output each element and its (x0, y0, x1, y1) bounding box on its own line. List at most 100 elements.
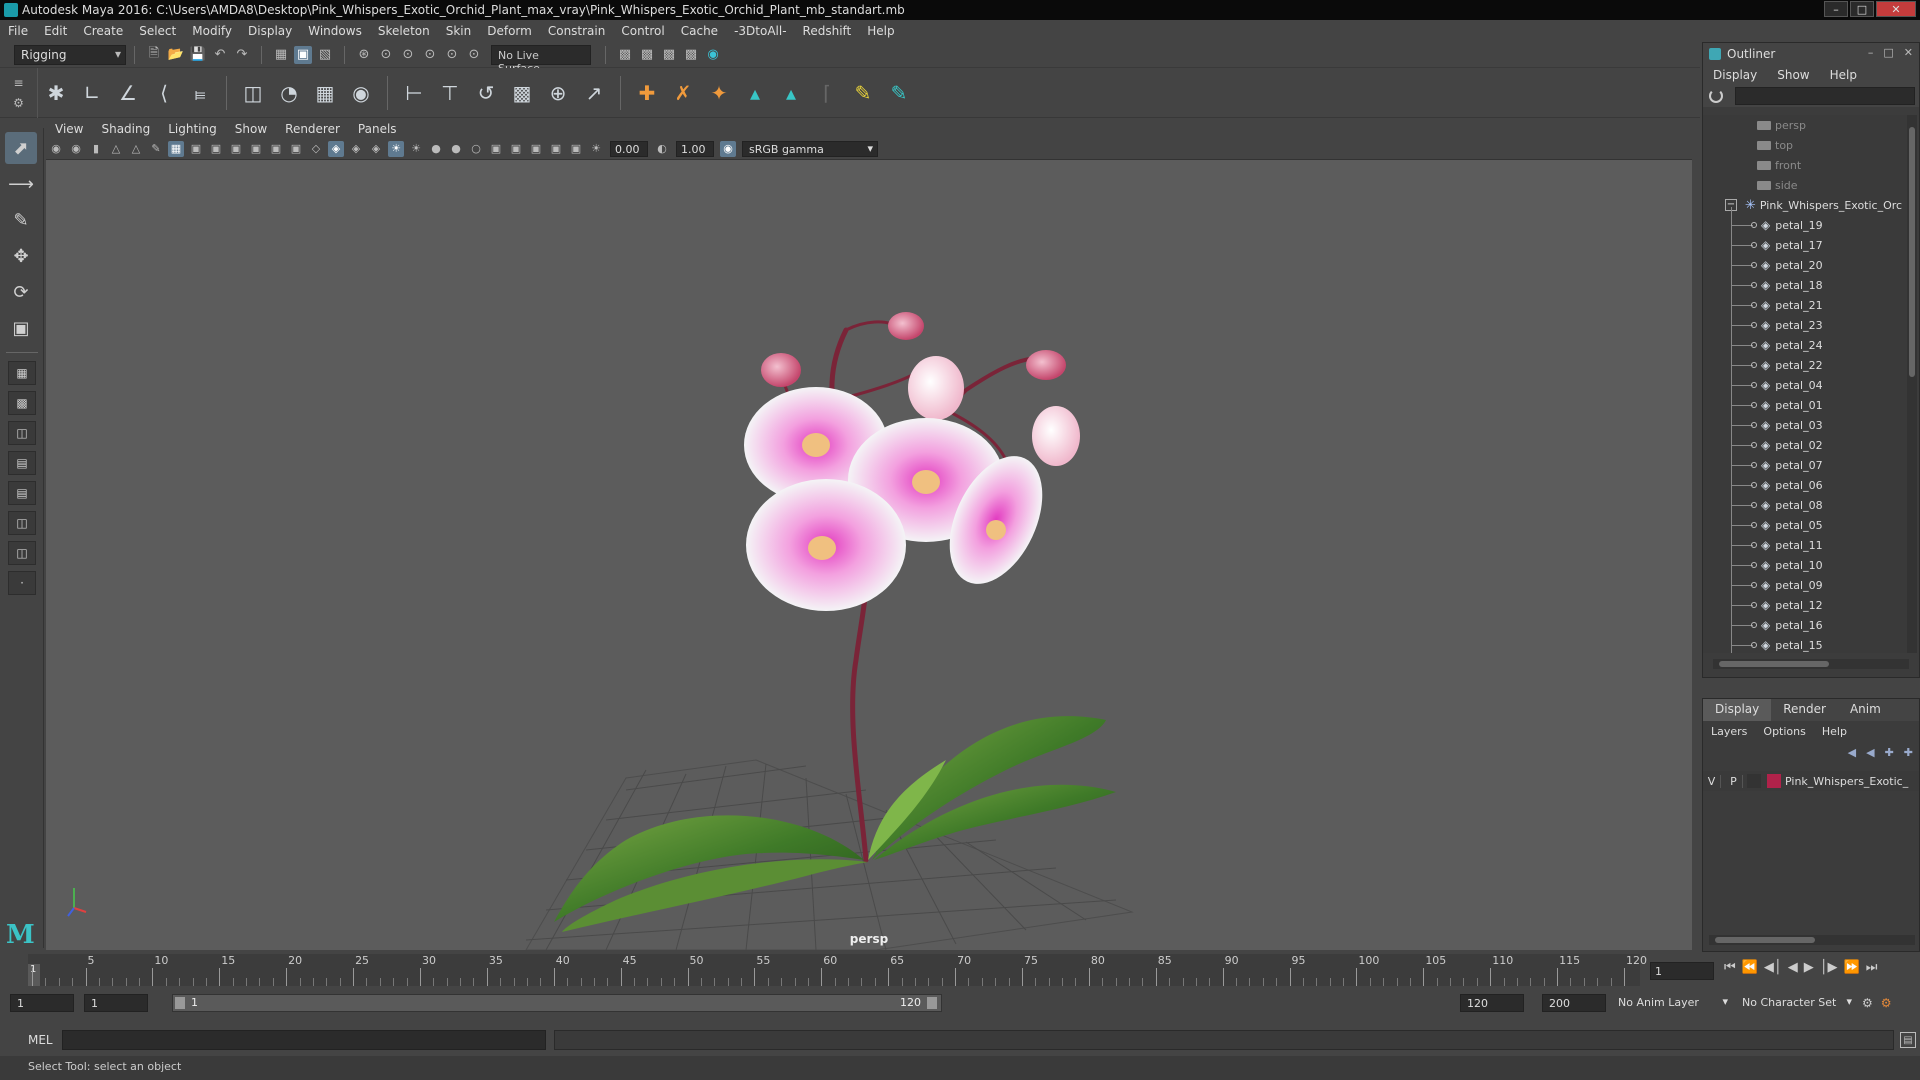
shape-editor-icon[interactable]: ✎ (884, 78, 914, 108)
lattice-icon[interactable]: ▦ (310, 78, 340, 108)
scrollbar-thumb[interactable] (1715, 937, 1815, 943)
orient-constraint-icon[interactable]: ↺ (471, 78, 501, 108)
point-constraint-icon[interactable]: ⊤ (435, 78, 465, 108)
outliner-item-mesh[interactable]: ◈ petal_22 (1703, 355, 1907, 375)
film-gate-icon[interactable]: ▣ (188, 141, 204, 157)
safe-action-icon[interactable]: ▣ (268, 141, 284, 157)
panel-menu-lighting[interactable]: Lighting (159, 122, 226, 136)
outliner-item-mesh[interactable]: ◈ petal_21 (1703, 295, 1907, 315)
outliner-menu-display[interactable]: Display (1703, 68, 1767, 82)
layer-color-swatch[interactable] (1767, 774, 1781, 788)
move-tool-icon[interactable]: ✥ (5, 240, 37, 272)
outliner-vertical-scrollbar[interactable] (1907, 115, 1917, 653)
hik-skeleton-icon[interactable]: ✗ (668, 78, 698, 108)
parent-constraint-icon[interactable]: ⊢ (399, 78, 429, 108)
insert-joint-icon[interactable]: ∟ (77, 78, 107, 108)
cluster-icon[interactable]: ◉ (346, 78, 376, 108)
mirror-joint-icon[interactable]: ∠ (113, 78, 143, 108)
save-scene-icon[interactable]: 💾 (189, 46, 207, 64)
menu-skin[interactable]: Skin (438, 24, 480, 38)
step-back-frame-icon[interactable]: ◀│ (1764, 960, 1782, 975)
panel-menu-view[interactable]: View (46, 122, 92, 136)
display-layer-row[interactable]: V P Pink_Whispers_Exotic_ (1703, 771, 1919, 791)
panel-menu-panels[interactable]: Panels (349, 122, 406, 136)
four-pane-layout-icon[interactable]: ▩ (8, 391, 36, 415)
range-start-handle[interactable] (175, 997, 185, 1009)
command-input[interactable] (62, 1030, 546, 1050)
bind-skin-icon[interactable]: ◫ (238, 78, 268, 108)
outliner-item-mesh[interactable]: ◈ petal_04 (1703, 375, 1907, 395)
tab-display[interactable]: Display (1703, 699, 1772, 721)
image-plane-icon[interactable]: △ (108, 141, 124, 157)
outliner-item-mesh[interactable]: ◈ petal_24 (1703, 335, 1907, 355)
menu-deform[interactable]: Deform (479, 24, 540, 38)
command-language-label[interactable]: MEL (0, 1033, 56, 1047)
panel-menu-shading[interactable]: Shading (92, 122, 159, 136)
xray-active-icon[interactable]: ▣ (568, 141, 584, 157)
outliner-maximize-button[interactable]: □ (1883, 46, 1893, 59)
paint-weights-icon[interactable]: ◔ (274, 78, 304, 108)
camera-select-icon[interactable]: ◉ (48, 141, 64, 157)
snap-surface-icon[interactable]: ⊙ (443, 46, 461, 64)
xray-joints-icon[interactable]: ▣ (548, 141, 564, 157)
flat-shade-icon[interactable]: ◈ (348, 141, 364, 157)
hik-icon[interactable]: ▴ (740, 78, 770, 108)
shelf-blank-icon[interactable]: ⌈ (812, 78, 842, 108)
layer-menu-options[interactable]: Options (1755, 725, 1813, 738)
tab-render[interactable]: Render (1771, 699, 1838, 721)
layer-editor-scrollbar[interactable] (1709, 935, 1915, 945)
select-object-icon[interactable]: ▣ (294, 45, 312, 64)
lasso-tool-icon[interactable]: ⟶ (5, 168, 37, 200)
custom-layout-icon[interactable]: ◫ (8, 541, 36, 565)
exposure-field[interactable]: 0.00 (610, 140, 648, 157)
view-transform-dropdown[interactable]: sRGB gamma (742, 140, 878, 157)
select-tool-icon[interactable]: ⬈ (5, 132, 37, 164)
outliner-item-mesh[interactable]: ◈ petal_03 (1703, 415, 1907, 435)
new-layer-from-selection-icon[interactable]: ✚ (1904, 746, 1913, 759)
outliner-menu-help[interactable]: Help (1820, 68, 1867, 82)
persp-graph-layout-icon[interactable]: ▤ (8, 451, 36, 475)
outliner-item-mesh[interactable]: ◈ petal_17 (1703, 235, 1907, 255)
animation-preferences-icon[interactable]: ⚙ (1881, 996, 1892, 1010)
menu-select[interactable]: Select (131, 24, 184, 38)
snap-point-icon[interactable]: ⊙ (399, 46, 417, 64)
play-backwards-icon[interactable]: ◀ (1788, 960, 1798, 975)
hypershade-icon[interactable]: ◉ (704, 46, 722, 64)
locator-icon[interactable]: ✚ (632, 78, 662, 108)
step-forward-key-icon[interactable]: ⏩ (1844, 960, 1860, 975)
gamma-icon[interactable]: ◐ (654, 141, 670, 157)
resolution-gate-icon[interactable]: ▣ (208, 141, 224, 157)
outliner-item-mesh[interactable]: ◈ petal_09 (1703, 575, 1907, 595)
menu-skeleton[interactable]: Skeleton (370, 24, 438, 38)
current-frame-field[interactable]: 1 (1650, 962, 1714, 980)
outliner-item-mesh[interactable]: ◈ petal_16 (1703, 615, 1907, 635)
more-layouts-icon[interactable]: · (8, 571, 36, 595)
refresh-icon[interactable] (1709, 89, 1723, 103)
menu-redshift[interactable]: Redshift (795, 24, 860, 38)
play-forwards-icon[interactable]: ▶ (1804, 960, 1814, 975)
outliner-item-mesh[interactable]: ◈ petal_10 (1703, 555, 1907, 575)
redo-icon[interactable]: ↷ (233, 46, 251, 64)
range-end-handle[interactable] (927, 997, 937, 1009)
maximize-button[interactable]: □ (1850, 1, 1874, 17)
menu-create[interactable]: Create (75, 24, 131, 38)
outliner-item-mesh[interactable]: ◈ petal_07 (1703, 455, 1907, 475)
screen-space-ao-icon[interactable]: ● (428, 141, 444, 157)
playback-start-field[interactable]: 1 (84, 994, 148, 1012)
outliner-item-mesh[interactable]: ◈ petal_06 (1703, 475, 1907, 495)
select-hierarchy-icon[interactable]: ▦ (272, 46, 290, 64)
outliner-item-group[interactable]: − ✳ Pink_Whispers_Exotic_Orc (1703, 195, 1907, 215)
two-d-pan-icon[interactable]: △ (128, 141, 144, 157)
current-time-marker[interactable]: 1 (28, 964, 40, 986)
hik-custom-rig-icon[interactable]: ▴ (776, 78, 806, 108)
menu-cache[interactable]: Cache (673, 24, 726, 38)
outliner-item-camera[interactable]: side (1703, 175, 1907, 195)
grid-icon[interactable]: ▦ (168, 140, 184, 157)
scale-tool-icon[interactable]: ▣ (5, 312, 37, 344)
outliner-item-mesh[interactable]: ◈ petal_23 (1703, 315, 1907, 335)
tab-anim[interactable]: Anim (1838, 699, 1893, 721)
menu-modify[interactable]: Modify (184, 24, 240, 38)
persp-outliner-layout-icon[interactable]: ◫ (8, 421, 36, 445)
outliner-item-mesh[interactable]: ◈ petal_01 (1703, 395, 1907, 415)
move-layer-up-icon[interactable]: ◀ (1848, 746, 1856, 759)
